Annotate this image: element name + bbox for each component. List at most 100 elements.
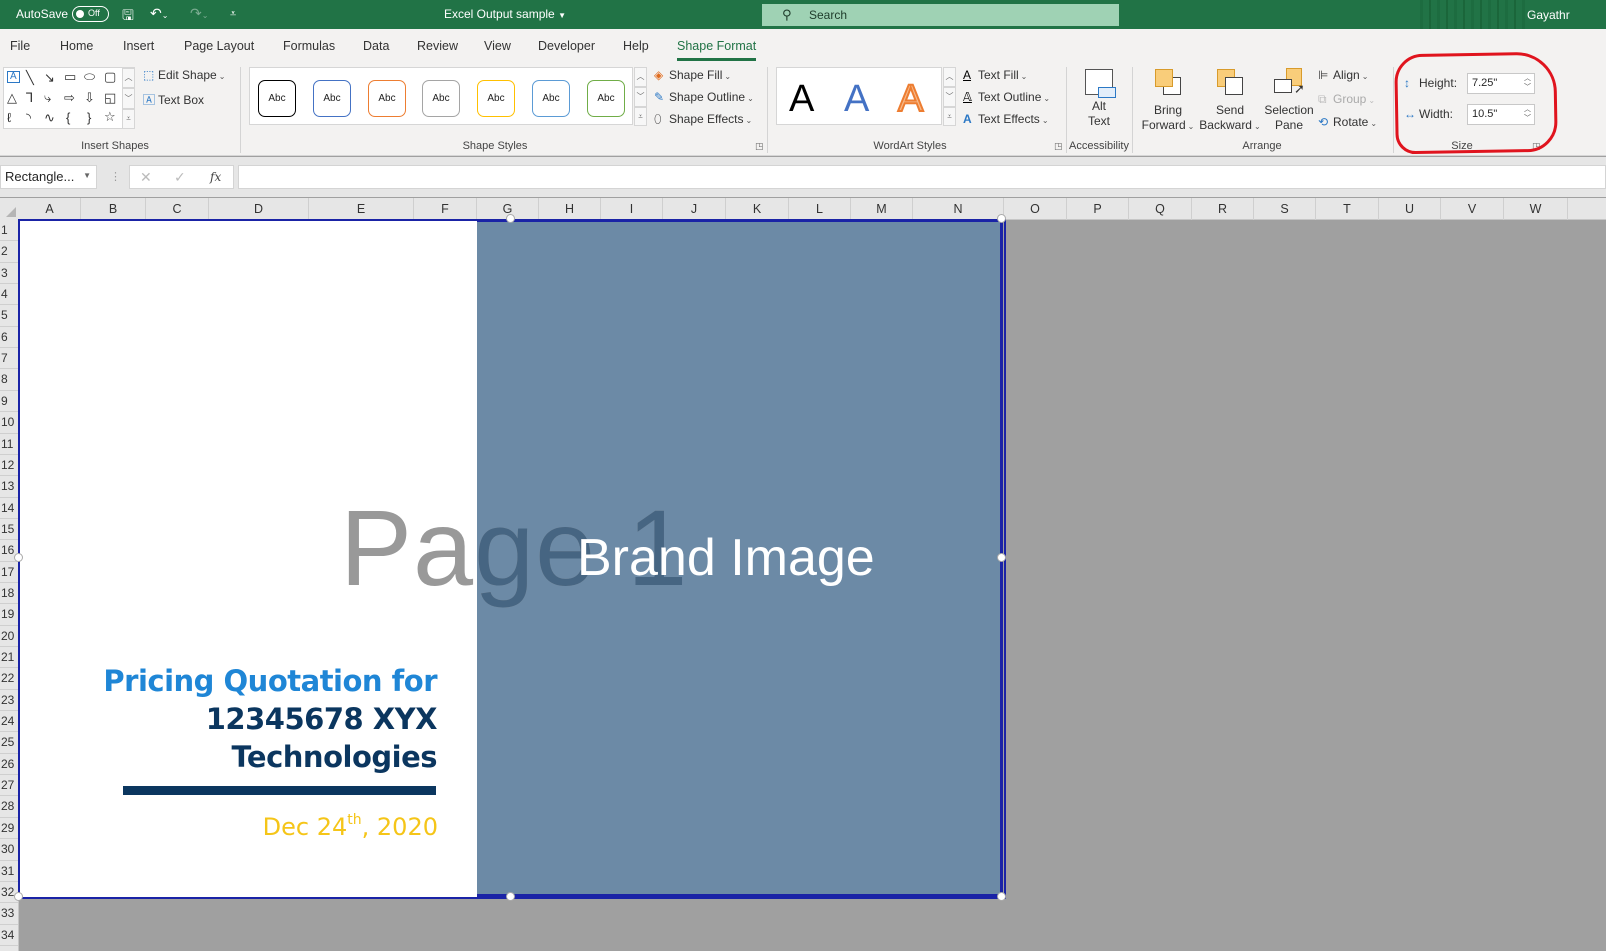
- row-header-18[interactable]: 18: [0, 583, 18, 605]
- shape-outline-button[interactable]: ✎ Shape Outline ⌄: [654, 90, 754, 104]
- row-header-14[interactable]: 14: [0, 498, 18, 519]
- tab-insert[interactable]: Insert: [123, 39, 154, 53]
- wordart-style-black[interactable]: A: [789, 78, 814, 121]
- row-header-2[interactable]: 2: [0, 241, 18, 263]
- column-header-d[interactable]: D: [209, 198, 309, 220]
- tab-page-layout[interactable]: Page Layout: [184, 39, 254, 53]
- resize-handle-right[interactable]: [997, 553, 1006, 562]
- row-header-8[interactable]: 8: [0, 369, 18, 391]
- column-header-u[interactable]: U: [1379, 198, 1441, 220]
- text-fill-button[interactable]: A Text Fill ⌄: [963, 68, 1027, 82]
- undo-icon[interactable]: ↶⌄: [150, 5, 168, 22]
- row-header-21[interactable]: 21: [0, 647, 18, 669]
- column-header-r[interactable]: R: [1192, 198, 1254, 220]
- column-header-p[interactable]: P: [1067, 198, 1129, 220]
- dialog-launcher-icon[interactable]: ◳: [1054, 141, 1063, 152]
- styles-expand[interactable]: ⩡: [634, 107, 647, 126]
- row-header-15[interactable]: 15: [0, 519, 18, 541]
- tab-developer[interactable]: Developer: [538, 39, 595, 53]
- resize-handle-bottom-right[interactable]: [997, 892, 1006, 901]
- row-header-27[interactable]: 27: [0, 775, 18, 797]
- shape-style-swatch[interactable]: Abc: [532, 80, 570, 117]
- row-header-6[interactable]: 6: [0, 327, 18, 349]
- wordart-scroll-down[interactable]: ﹀: [943, 87, 956, 107]
- column-header-i[interactable]: I: [601, 198, 663, 220]
- row-header-9[interactable]: 9: [0, 391, 18, 413]
- wordart-scroll-up[interactable]: ︿: [943, 67, 956, 87]
- arrow-line-shape-icon[interactable]: ↘: [44, 71, 55, 84]
- resize-handle-top-right[interactable]: [997, 214, 1006, 223]
- width-input[interactable]: 10.5" ︿ ﹀: [1467, 104, 1535, 125]
- column-header-h[interactable]: H: [539, 198, 601, 220]
- alt-text-button[interactable]: Alt Text: [1077, 67, 1121, 137]
- column-header-s[interactable]: S: [1254, 198, 1316, 220]
- down-arrow-shape-icon[interactable]: ⇩: [84, 91, 95, 104]
- row-header-4[interactable]: 4: [0, 284, 18, 306]
- tab-formulas[interactable]: Formulas: [283, 39, 335, 53]
- formula-input[interactable]: [238, 165, 1606, 189]
- wordart-style-orange[interactable]: A: [897, 77, 924, 121]
- gallery-expand[interactable]: ⩡: [122, 109, 135, 129]
- resize-handle-left[interactable]: [14, 553, 23, 562]
- row-header-34[interactable]: 34: [0, 925, 18, 946]
- wordart-style-blue[interactable]: A: [844, 78, 869, 121]
- shapes-gallery[interactable]: A ╲ ↘ ▭ ⬭ ▢ △ ⅂ ⤷ ⇨ ⇩ ◱ ℓ ◝ ∿ { } ☆ ︿ ﹀ …: [3, 67, 135, 129]
- resize-handle-bottom[interactable]: [506, 892, 515, 901]
- autosave-toggle[interactable]: Off: [72, 6, 109, 22]
- row-header-17[interactable]: 17: [0, 562, 18, 583]
- shape-style-swatch[interactable]: Abc: [422, 80, 460, 117]
- row-header-33[interactable]: 33: [0, 903, 18, 925]
- left-brace-shape-icon[interactable]: {: [66, 111, 70, 124]
- row-header-25[interactable]: 25: [0, 732, 18, 754]
- formula-bar-grip-icon[interactable]: ⋮: [110, 170, 121, 183]
- snip-rectangle-shape-icon[interactable]: ◱: [104, 91, 116, 104]
- column-header-c[interactable]: C: [146, 198, 209, 220]
- star-shape-icon[interactable]: ☆: [104, 110, 116, 123]
- search-box[interactable]: ⚲ Search: [762, 4, 1119, 26]
- row-header-22[interactable]: 22: [0, 668, 18, 690]
- column-header-e[interactable]: E: [309, 198, 414, 220]
- shape-styles-gallery[interactable]: Abc Abc Abc Abc Abc Abc Abc ︿ ﹀ ⩡: [249, 67, 647, 126]
- tab-help[interactable]: Help: [623, 39, 649, 53]
- save-icon[interactable]: 🖫: [122, 5, 134, 29]
- document-title[interactable]: Excel Output sample ▼: [444, 7, 566, 21]
- column-header-m[interactable]: M: [851, 198, 913, 220]
- row-header-29[interactable]: 29: [0, 818, 18, 840]
- redo-icon[interactable]: ↷⌄: [190, 5, 208, 22]
- wordart-expand[interactable]: ⩡: [943, 107, 956, 126]
- row-header-11[interactable]: 11: [0, 434, 18, 455]
- column-header-w[interactable]: W: [1504, 198, 1568, 220]
- shape-style-swatch[interactable]: Abc: [258, 80, 296, 117]
- group-button[interactable]: ⧉ Group ⌄: [1318, 92, 1375, 107]
- column-header-l[interactable]: L: [789, 198, 851, 220]
- column-header-q[interactable]: Q: [1129, 198, 1192, 220]
- row-header-3[interactable]: 3: [0, 263, 18, 285]
- rectangle-shape-icon[interactable]: ▭: [64, 70, 76, 83]
- row-header-19[interactable]: 19: [0, 604, 18, 626]
- row-header-20[interactable]: 20: [0, 626, 18, 648]
- text-effects-button[interactable]: A Text Effects ⌄: [963, 112, 1049, 126]
- row-header-24[interactable]: 24: [0, 711, 18, 733]
- customize-quick-access-icon[interactable]: ⩡: [230, 8, 236, 21]
- name-box[interactable]: Rectangle... ▼: [0, 165, 97, 189]
- shape-style-swatch[interactable]: Abc: [587, 80, 625, 117]
- height-input[interactable]: 7.25" ︿ ﹀: [1467, 73, 1535, 94]
- shape-effects-button[interactable]: ⬯ Shape Effects ⌄: [654, 112, 752, 127]
- dialog-launcher-icon[interactable]: ◳: [755, 141, 764, 152]
- elbow-connector-shape-icon[interactable]: ⅂: [26, 91, 33, 104]
- styles-scroll-up[interactable]: ︿: [634, 67, 647, 87]
- row-header-12[interactable]: 12: [0, 455, 18, 477]
- select-all-button[interactable]: [0, 198, 19, 220]
- column-header-k[interactable]: K: [726, 198, 789, 220]
- arc-shape-icon[interactable]: ◝: [26, 111, 31, 124]
- styles-scroll-down[interactable]: ﹀: [634, 87, 647, 107]
- column-header-f[interactable]: F: [414, 198, 477, 220]
- resize-handle-bottom-left[interactable]: [14, 892, 23, 901]
- width-spinner[interactable]: ︿ ﹀: [1524, 105, 1531, 123]
- column-header-j[interactable]: J: [663, 198, 726, 220]
- text-outline-button[interactable]: 𝔸 Text Outline ⌄: [963, 90, 1050, 104]
- oval-shape-icon[interactable]: ⬭: [84, 70, 95, 83]
- edit-shape-button[interactable]: ⬚ Edit Shape ⌄: [143, 68, 225, 82]
- align-button[interactable]: ⊫ Align ⌄: [1318, 68, 1368, 82]
- triangle-shape-icon[interactable]: △: [7, 91, 17, 104]
